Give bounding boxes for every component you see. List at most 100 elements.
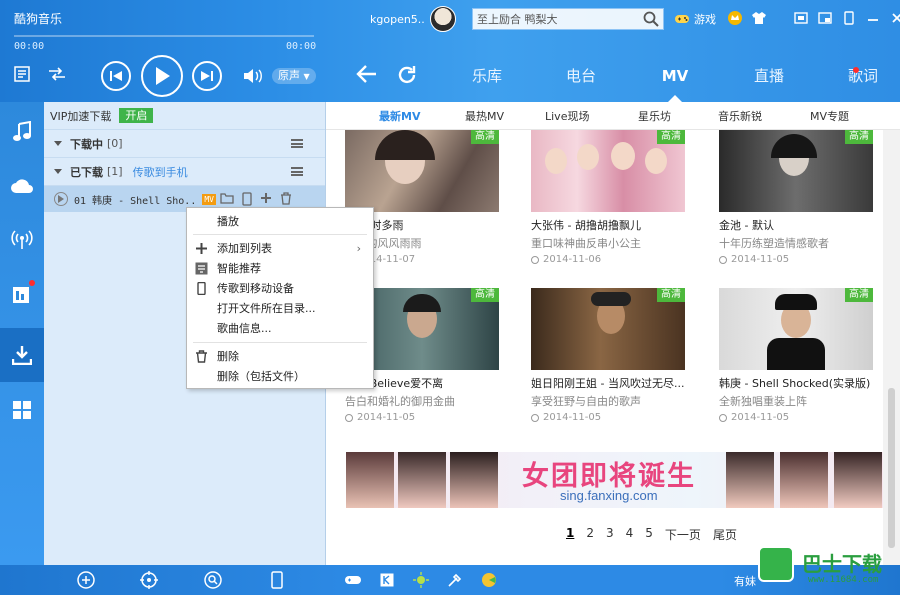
trash-icon[interactable] (280, 192, 292, 205)
menu-item-send-to-device[interactable]: 传歌到移动设备 (187, 279, 373, 298)
phone-icon[interactable] (242, 192, 252, 206)
tab-radio[interactable]: 电台 (534, 62, 628, 90)
avatar[interactable] (430, 6, 456, 32)
vip-enable-button[interactable]: 开启 (119, 108, 154, 123)
rail-local[interactable] (0, 270, 44, 318)
mv-thumbnail[interactable]: 高清 (531, 130, 685, 212)
lyrics-toggle-button[interactable] (12, 64, 32, 84)
sun-icon[interactable] (412, 571, 430, 589)
mv-thumbnail[interactable]: 高清 (531, 288, 685, 370)
rail-music[interactable] (0, 108, 44, 156)
next-page-link[interactable]: 下一页 (665, 526, 701, 543)
subtab-newest-mv[interactable]: 最新MV (379, 108, 420, 124)
back-button[interactable] (356, 64, 378, 87)
menu-item-delete[interactable]: 删除 (187, 347, 373, 366)
page-link[interactable]: 5 (645, 526, 653, 543)
page-link[interactable]: 3 (606, 526, 614, 543)
subtab-hottest-mv[interactable]: 最热MV (465, 108, 504, 124)
play-button[interactable] (141, 55, 183, 97)
menu-item-open-folder[interactable]: 打开文件所在目录... (187, 299, 373, 318)
tab-mv[interactable]: MV (628, 62, 722, 102)
mv-card[interactable]: 高清 韩庚 - Shell Shocked(实录版) 全新独唱重装上阵 2014… (719, 288, 873, 423)
rail-cloud[interactable] (0, 162, 44, 210)
audio-quality-dropdown[interactable]: 原声 ▼ (272, 68, 316, 84)
mv-grid: 高清 ...-情时多雨 ...上的风风雨雨 2014-11-07 高清 大张伟 … (326, 130, 883, 565)
menu-item-song-info[interactable]: 歌曲信息... (187, 319, 373, 338)
mv-thumbnail[interactable]: 高清 (719, 130, 873, 212)
gamepad-icon[interactable] (344, 571, 362, 589)
mv-card[interactable]: 高清 金池 - 默认 十年历练塑造情感歌者 2014-11-05 (719, 130, 873, 265)
add-icon[interactable] (77, 571, 95, 589)
page-link[interactable]: 1 (566, 526, 574, 543)
tab-library[interactable]: 乐库 (440, 62, 534, 90)
send-to-phone-link[interactable]: 传歌到手机 (133, 164, 188, 180)
search-icon[interactable] (204, 571, 222, 589)
close-icon[interactable] (888, 9, 900, 27)
downloading-section[interactable]: 下载中 [0] (44, 130, 325, 158)
locate-icon[interactable] (140, 571, 158, 589)
playback-progress[interactable] (14, 35, 314, 37)
tool-icon[interactable] (446, 571, 464, 589)
folder-icon[interactable] (220, 192, 234, 204)
track-play-icon[interactable] (54, 192, 68, 206)
subtab-new-talent[interactable]: 音乐新锐 (718, 108, 762, 124)
content-scrollbar[interactable] (883, 130, 900, 565)
mv-title[interactable]: 金池 - 默认 (719, 217, 873, 233)
message-icon[interactable] (792, 9, 810, 27)
menu-item-smart-recommend[interactable]: 智能推荐 (187, 259, 373, 278)
rail-apps[interactable] (0, 386, 44, 434)
tab-lyrics[interactable]: 歌词 (816, 62, 900, 90)
tab-live[interactable]: 直播 (722, 62, 816, 90)
downloaded-section[interactable]: 已下载 [1] 传歌到手机 (44, 158, 325, 186)
page-link[interactable]: 2 (586, 526, 594, 543)
phone-mode-icon[interactable] (840, 9, 858, 27)
refresh-button[interactable] (396, 64, 418, 89)
volume-button[interactable] (242, 66, 264, 86)
games-label: 游戏 (694, 13, 716, 26)
menu-item-label: 添加到列表 (217, 242, 272, 255)
mv-card[interactable]: 高清 姐日阳刚王姐 - 当风吹过无尽... 享受狂野与自由的歌声 2014-11… (531, 288, 685, 423)
mv-thumbnail[interactable]: 高清 (719, 288, 873, 370)
play-mode-button[interactable] (46, 64, 68, 84)
download-icon (12, 346, 32, 365)
phone-icon[interactable] (268, 571, 286, 589)
mv-title[interactable]: 大张伟 - 胡撸胡撸飘儿 (531, 217, 685, 233)
previous-button[interactable] (101, 61, 131, 91)
mv-badge[interactable]: MV (202, 193, 216, 205)
kugou-k-icon[interactable] (378, 571, 396, 589)
app-store-icon[interactable] (480, 571, 498, 589)
mv-title[interactable]: 姐日阳刚王姐 - 当风吹过无尽... (531, 375, 685, 391)
next-icon (201, 71, 213, 81)
minimize-icon[interactable] (864, 9, 882, 27)
mini-mode-icon[interactable] (816, 9, 834, 27)
plus-icon[interactable] (260, 192, 272, 204)
skin-icon[interactable] (750, 9, 768, 27)
mv-card[interactable]: 高清 大张伟 - 胡撸胡撸飘儿 重口味神曲反串小公主 2014-11-06 (531, 130, 685, 265)
scrollbar-thumb[interactable] (888, 388, 895, 548)
subtab-live[interactable]: Live现场 (545, 108, 589, 124)
search-input[interactable] (473, 9, 633, 29)
subtab-mv-topics[interactable]: MV专题 (810, 108, 849, 124)
last-page-link[interactable]: 尾页 (713, 526, 737, 543)
username[interactable]: kgopen5.. (370, 13, 425, 26)
page-link[interactable]: 4 (626, 526, 634, 543)
list-menu-icon[interactable] (291, 167, 303, 176)
vip-crown-icon[interactable] (726, 9, 744, 27)
section-count: [1] (107, 165, 123, 178)
rail-radio[interactable] (0, 216, 44, 264)
mv-description: 享受狂野与自由的歌声 (531, 395, 641, 408)
mv-title[interactable]: 韩庚 - Shell Shocked(实录版) (719, 375, 873, 391)
games-button[interactable]: 游戏 (674, 11, 716, 27)
mv-description: 告白和婚礼的御用金曲 (345, 395, 455, 408)
search-icon[interactable] (643, 11, 659, 30)
subtab-star-music[interactable]: 星乐坊 (638, 108, 671, 124)
section-count: [0] (107, 137, 123, 150)
list-menu-icon[interactable] (291, 139, 303, 148)
fanxing-banner[interactable]: 女团即将诞生 sing.fanxing.com (346, 452, 883, 508)
rail-download[interactable] (0, 328, 44, 382)
menu-item-play[interactable]: 播放 (187, 212, 373, 231)
menu-item-add-to-list[interactable]: 添加到列表 › (187, 239, 373, 258)
menu-item-delete-with-file[interactable]: 删除（包括文件） (187, 367, 373, 386)
next-button[interactable] (192, 61, 222, 91)
mv-thumbnail[interactable]: 高清 (345, 130, 499, 212)
